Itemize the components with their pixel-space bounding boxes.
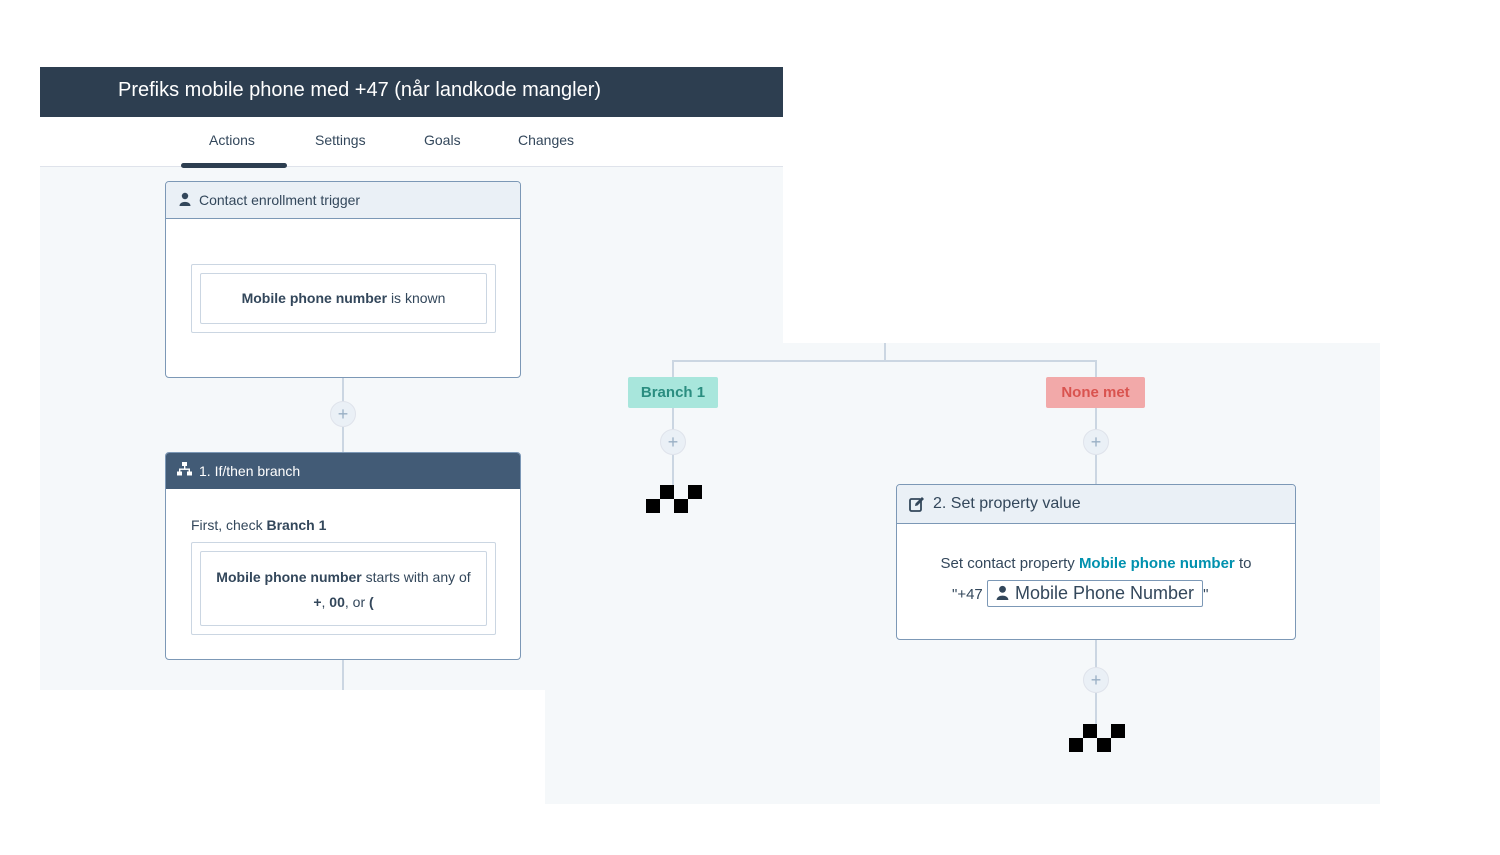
finish-flag-icon: [646, 485, 702, 513]
trigger-card-title: Contact enrollment trigger: [199, 192, 361, 208]
plus-icon[interactable]: +: [1083, 667, 1109, 693]
title-bar: Prefiks mobile phone med +47 (når landko…: [40, 67, 783, 117]
filter-value-paren: (: [369, 594, 374, 610]
filter-operator: is known: [390, 290, 446, 306]
finish-flag-icon: [1069, 724, 1125, 752]
filter-separator: ,: [321, 594, 326, 610]
workflow-title[interactable]: Prefiks mobile phone med +47 (når landko…: [118, 79, 601, 102]
trigger-card-header: Contact enrollment trigger: [166, 182, 520, 219]
plus-icon[interactable]: +: [660, 429, 686, 455]
tab-settings[interactable]: Settings: [315, 132, 366, 148]
filter-property: Mobile phone number: [216, 569, 362, 585]
if-then-branch-card[interactable]: 1. If/then branch First, check Branch 1 …: [165, 452, 521, 660]
tab-actions[interactable]: Actions: [209, 132, 255, 148]
branch-1-label[interactable]: Branch 1: [628, 377, 718, 408]
set-property-description: Set contact property Mobile phone number…: [897, 555, 1295, 572]
value-suffix: ": [1203, 586, 1209, 603]
value-prefix: "+47: [952, 586, 983, 603]
property-link[interactable]: Mobile phone number: [1079, 555, 1235, 572]
connector-line: [1095, 360, 1097, 378]
filter-separator: , or: [344, 594, 366, 610]
set-property-card[interactable]: 2. Set property value Set contact proper…: [896, 484, 1296, 640]
first-check-text: First, check Branch 1: [191, 517, 326, 533]
branch-canvas-panel: Branch 1 + None met + 2. Set property va…: [545, 343, 1380, 804]
filter-operator: starts with any of: [365, 569, 471, 585]
person-icon: [179, 192, 191, 206]
filter-value-plus: +: [313, 594, 322, 610]
person-icon: [996, 585, 1009, 600]
enrollment-trigger-card[interactable]: Contact enrollment trigger Mobile phone …: [165, 181, 521, 378]
branch-card-title: 1. If/then branch: [199, 463, 301, 479]
connector-line: [342, 660, 344, 690]
personalization-token[interactable]: Mobile Phone Number: [986, 580, 1204, 607]
set-property-card-title: 2. Set property value: [933, 495, 1081, 512]
connector-line: [884, 343, 886, 361]
connector-line: [672, 360, 674, 378]
active-tab-indicator: [181, 163, 287, 168]
tab-bar: Actions Settings Goals Changes: [40, 117, 783, 168]
token-label: Mobile Phone Number: [1014, 583, 1195, 603]
description-to: to: [1238, 555, 1252, 572]
branch-icon: [177, 462, 192, 476]
tab-goals[interactable]: Goals: [424, 132, 461, 148]
edit-icon: [909, 497, 924, 512]
branch-split-line: [672, 360, 1097, 362]
tab-changes[interactable]: Changes: [518, 132, 574, 148]
filter-value-00: 00: [329, 594, 345, 610]
plus-icon[interactable]: +: [330, 401, 356, 427]
none-met-label[interactable]: None met: [1046, 377, 1145, 408]
first-check-branch: Branch 1: [266, 517, 327, 533]
trigger-filter-group: Mobile phone number is known: [191, 264, 496, 333]
property-value: "+47 Mobile Phone Number ": [952, 580, 1208, 607]
branch-filter[interactable]: Mobile phone number starts with any of +…: [200, 551, 487, 626]
filter-property: Mobile phone number: [241, 290, 388, 306]
trigger-filter[interactable]: Mobile phone number is known: [200, 273, 487, 324]
branch-filter-group: Mobile phone number starts with any of +…: [191, 542, 496, 635]
first-check-prefix: First, check: [191, 517, 263, 533]
description-prefix: Set contact property: [940, 555, 1075, 572]
branch-card-header: 1. If/then branch: [166, 453, 520, 489]
plus-icon[interactable]: +: [1083, 429, 1109, 455]
set-property-card-header: 2. Set property value: [897, 485, 1295, 524]
